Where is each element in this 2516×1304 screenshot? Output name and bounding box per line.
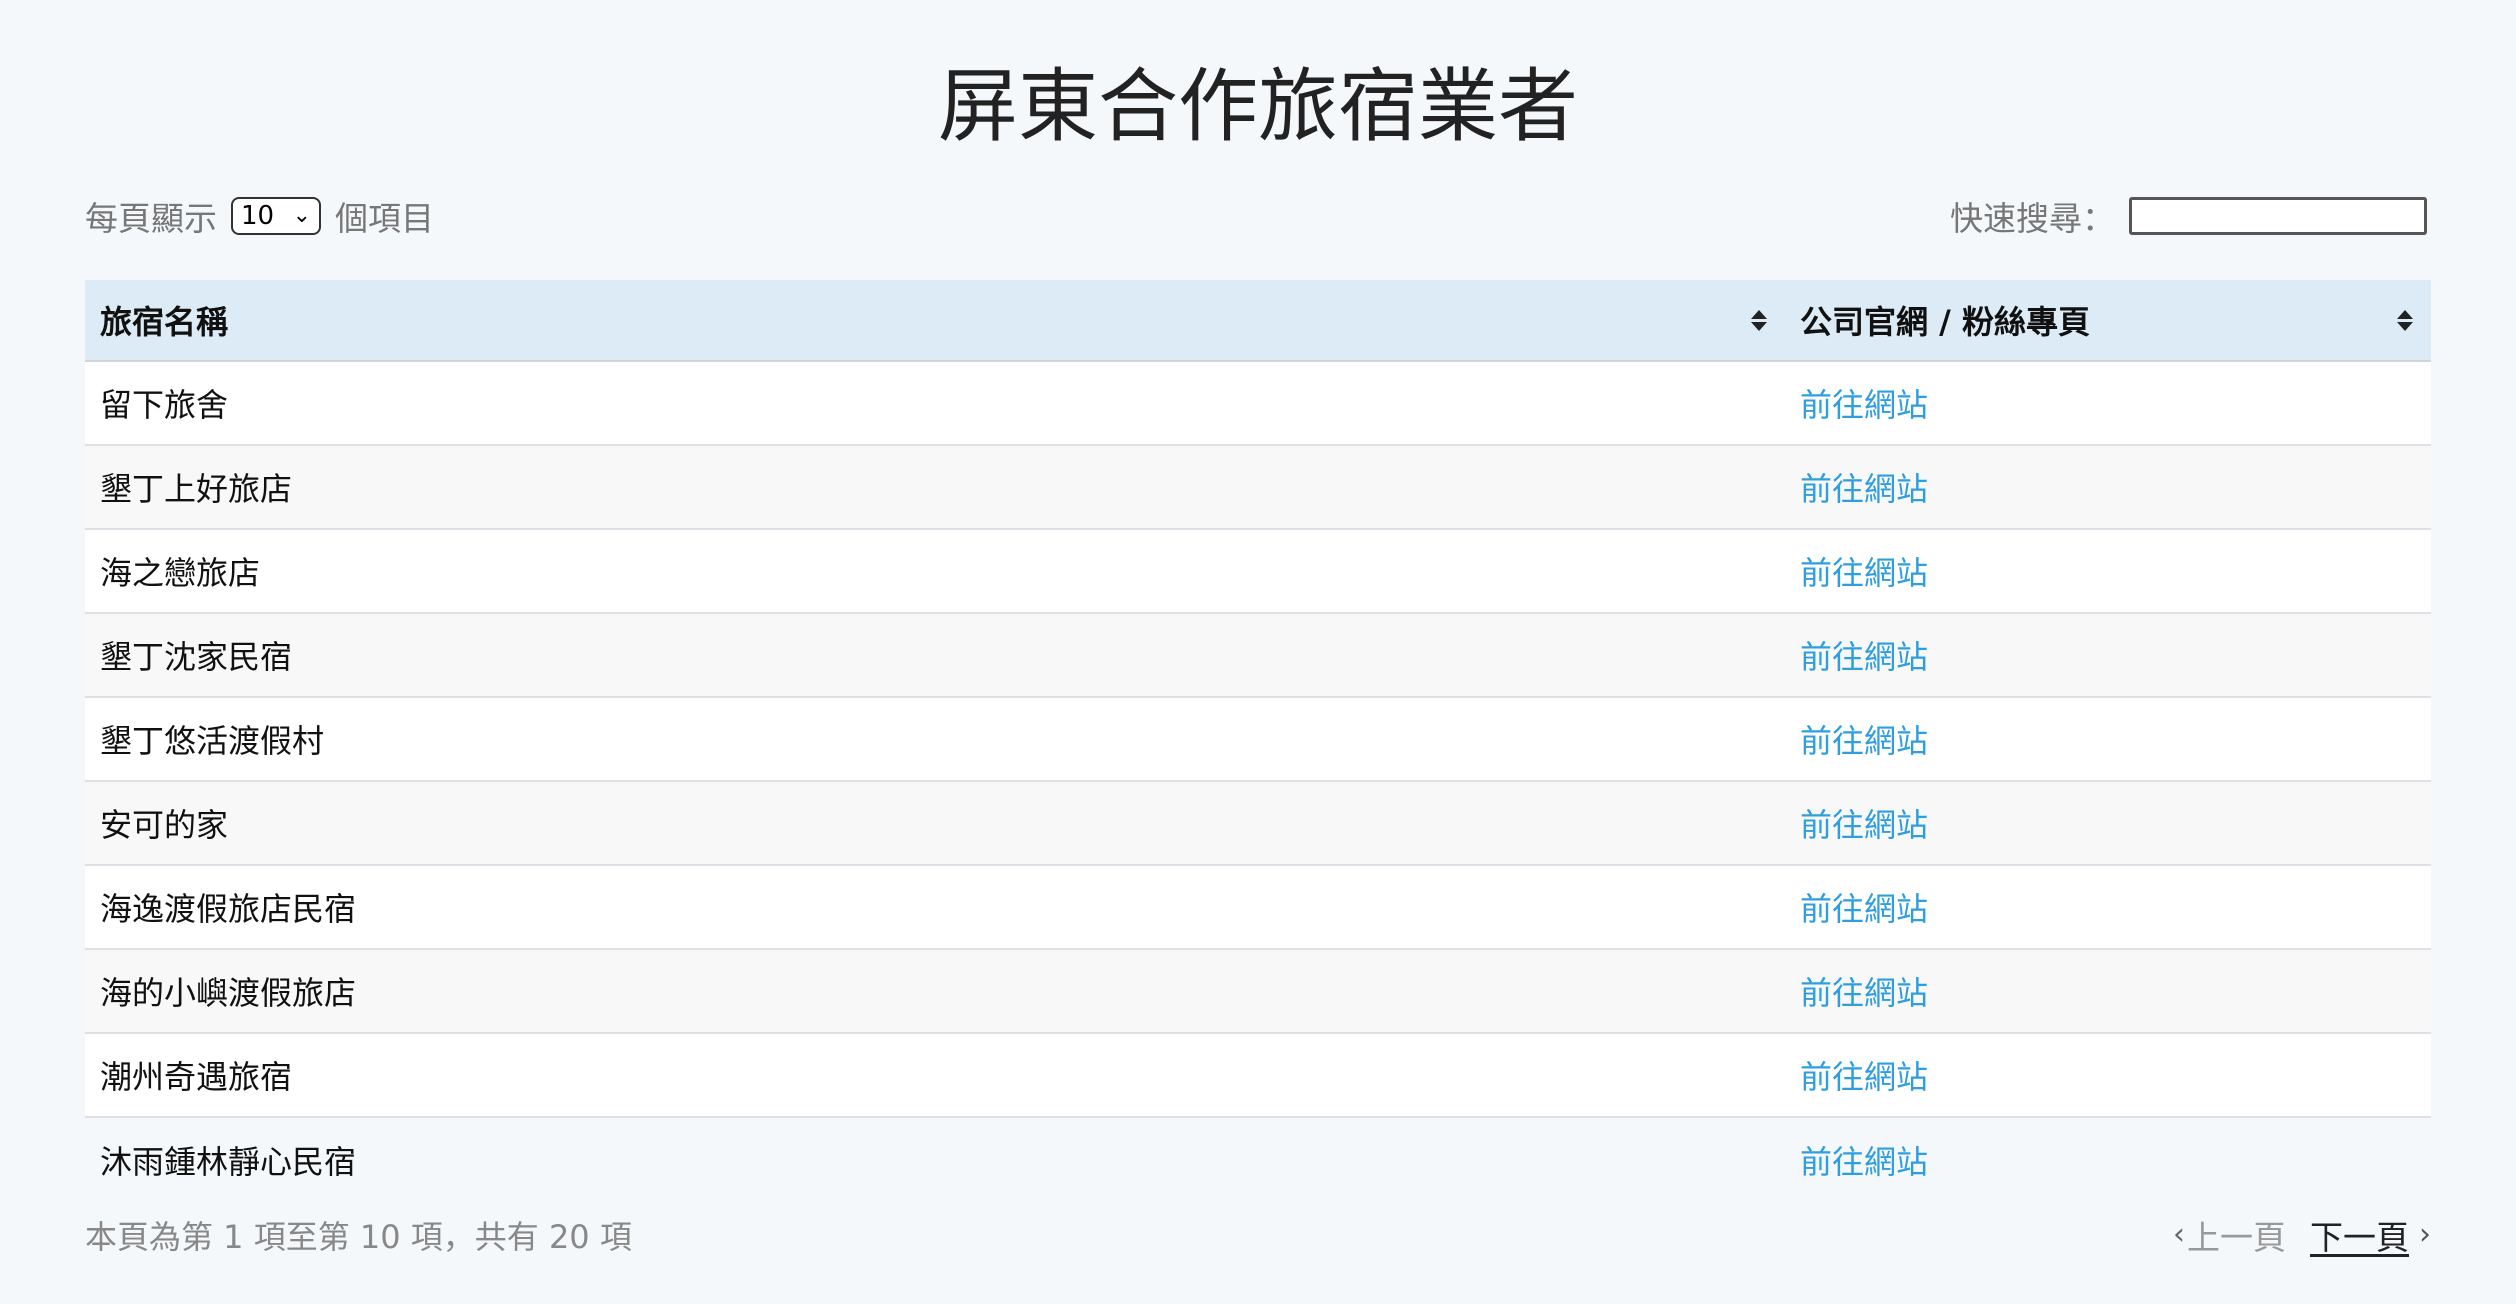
website-cell: 前往網站 (1785, 698, 2431, 780)
table-row: 留下旅舍 前往網站 (85, 362, 2431, 446)
search-label: 快速搜尋： (1950, 199, 2115, 238)
website-link[interactable]: 前往網站 (1800, 1137, 1928, 1183)
website-cell: 前往網站 (1785, 950, 2431, 1032)
table-row: 墾丁上好旅店 前往網站 (85, 446, 2431, 530)
website-link[interactable]: 前往網站 (1800, 968, 1928, 1014)
chevron-left-icon: ‹ (2173, 1217, 2185, 1252)
next-page-label: 下一頁 (2310, 1218, 2409, 1257)
website-link[interactable]: 前往網站 (1800, 716, 1928, 762)
lodging-name: 留下旅舍 (100, 386, 229, 424)
website-cell: 前往網站 (1785, 530, 2431, 612)
lodging-table: 旅宿名稱 公司官網 / 粉絲專頁 留下旅舍 前往網站 墾丁上好旅店 前往網站 海… (85, 280, 2431, 1202)
chevron-right-icon: › (2419, 1217, 2431, 1252)
lodging-name: 海之戀旅店 (100, 554, 261, 592)
website-link[interactable]: 前往網站 (1800, 884, 1928, 930)
website-cell: 前往網站 (1785, 446, 2431, 528)
website-link[interactable]: 前往網站 (1800, 800, 1928, 846)
website-cell: 前往網站 (1785, 362, 2431, 444)
previous-page-button[interactable]: ‹ 上一頁 (2173, 1211, 2286, 1259)
website-link[interactable]: 前往網站 (1800, 464, 1928, 510)
website-cell: 前往網站 (1785, 782, 2431, 864)
table-row: 安可的家 前往網站 (85, 782, 2431, 866)
page-length-suffix: 個項目 (335, 199, 434, 238)
pagination: ‹ 上一頁 下一頁 › (2173, 1210, 2431, 1260)
table-row: 海的小嶼渡假旅店 前往網站 (85, 950, 2431, 1034)
website-link[interactable]: 前往網站 (1800, 380, 1928, 426)
table-row: 海逸渡假旅店民宿 前往網站 (85, 866, 2431, 950)
table-row: 海之戀旅店 前往網站 (85, 530, 2431, 614)
page-length-select[interactable]: 10 ⌄ (231, 197, 321, 235)
table-row: 墾丁悠活渡假村 前往網站 (85, 698, 2431, 782)
website-cell: 前往網站 (1785, 614, 2431, 696)
lodging-name: 海逸渡假旅店民宿 (100, 890, 357, 928)
lodging-name: 潮州奇遇旅宿 (100, 1058, 293, 1096)
column-header-lodging-name[interactable]: 旅宿名稱 (85, 280, 1785, 360)
lodging-name: 沐雨鍾林靜心民宿 (100, 1143, 357, 1181)
page-length-control: 每頁顯示 10 ⌄ 個項目 (85, 191, 434, 241)
table-row: 墾丁沈家民宿 前往網站 (85, 614, 2431, 698)
search-input[interactable] (2129, 197, 2427, 235)
table-row: 潮州奇遇旅宿 前往網站 (85, 1034, 2431, 1118)
column-header-label: 公司官網 / 粉絲專頁 (1800, 303, 2090, 341)
website-cell: 前往網站 (1785, 1034, 2431, 1116)
website-link[interactable]: 前往網站 (1800, 632, 1928, 678)
lodging-name: 墾丁上好旅店 (100, 470, 293, 508)
page-title: 屏東合作旅宿業者 (938, 60, 1578, 153)
website-link[interactable]: 前往網站 (1800, 1052, 1928, 1098)
website-cell: 前往網站 (1785, 1118, 2431, 1202)
sort-icon (2397, 307, 2413, 333)
lodging-name: 安可的家 (100, 806, 229, 844)
column-header-website[interactable]: 公司官網 / 粉絲專頁 (1785, 280, 2431, 360)
lodging-name: 墾丁悠活渡假村 (100, 722, 325, 760)
table-row: 沐雨鍾林靜心民宿 前往網站 (85, 1118, 2431, 1202)
table-header: 旅宿名稱 公司官網 / 粉絲專頁 (85, 280, 2431, 362)
column-header-label: 旅宿名稱 (100, 303, 229, 341)
website-cell: 前往網站 (1785, 866, 2431, 948)
sort-icon (1751, 307, 1767, 333)
next-page-button[interactable]: 下一頁 › (2310, 1211, 2431, 1259)
website-link[interactable]: 前往網站 (1800, 548, 1928, 594)
page-length-prefix: 每頁顯示 (85, 199, 217, 238)
chevron-down-icon: ⌄ (292, 203, 311, 228)
table-info: 本頁為第 1 項至第 10 項，共有 20 項 (85, 1218, 632, 1256)
previous-page-label: 上一頁 (2187, 1218, 2286, 1257)
lodging-name: 海的小嶼渡假旅店 (100, 974, 357, 1012)
search-control: 快速搜尋： (1950, 191, 2427, 241)
lodging-name: 墾丁沈家民宿 (100, 638, 293, 676)
page-length-value: 10 (241, 201, 275, 231)
